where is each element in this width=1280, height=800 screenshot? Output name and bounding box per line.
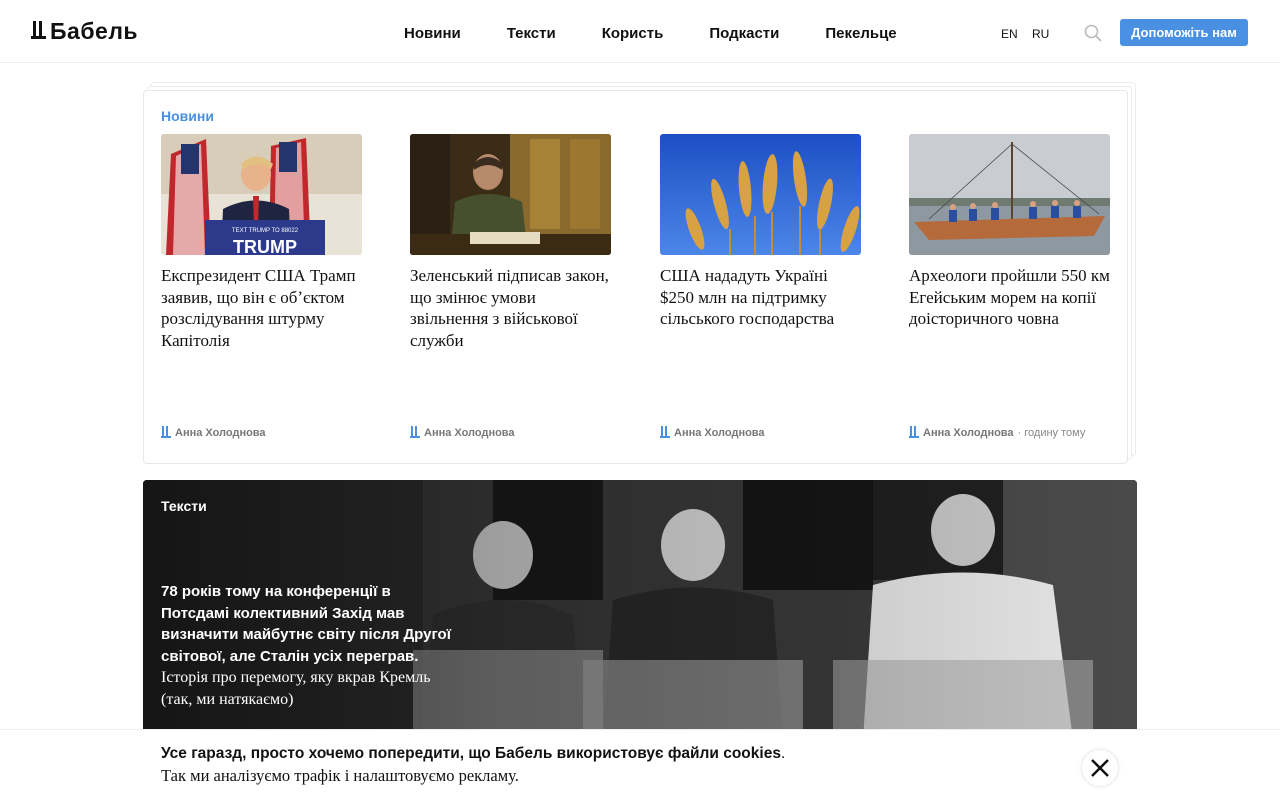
search-icon[interactable] (1084, 24, 1102, 42)
news-title[interactable]: Експрезидент США Трамп заявив, що він є … (161, 265, 362, 351)
cookie-notice-title-text: Усе гаразд, просто хочемо попередити, що… (161, 745, 781, 762)
podium-small-text: TEXT TRUMP TO 88022 (232, 228, 299, 234)
feature-headline-lead: Історія про перемогу, яку вкрав Кремль (… (161, 669, 431, 708)
trump-podium-image: TEXT TRUMP TO 88022 TRUMP (161, 134, 362, 255)
cookie-notice-text: Так ми аналізуємо трафік і налаштовуємо … (161, 766, 519, 785)
nav-item-pekeltse[interactable]: Пекельце (825, 25, 896, 42)
author-name[interactable]: Анна Холоднова (424, 427, 515, 439)
news-item[interactable]: Зеленський підписав закон, що змінює умо… (410, 134, 611, 351)
news-item[interactable]: TEXT TRUMP TO 88022 TRUMP Експрезидент С… (161, 134, 362, 351)
author-mark-icon (410, 426, 420, 438)
nav-item-podcasts[interactable]: Подкасти (709, 25, 779, 42)
podium-sign-text: TRUMP (233, 237, 297, 255)
donate-button[interactable]: Допоможіть нам (1120, 19, 1248, 46)
nav-item-useful[interactable]: Користь (602, 25, 664, 42)
nav-item-texts[interactable]: Тексти (507, 25, 556, 42)
news-thumbnail[interactable] (660, 134, 861, 255)
lang-ru[interactable]: RU (1032, 27, 1049, 41)
news-title[interactable]: США нададуть Україні $250 млн на підтрим… (660, 265, 861, 330)
rowing-boat-image (909, 134, 1110, 255)
cookie-banner: Усе гаразд, просто хочемо попередити, що… (0, 729, 1280, 800)
author-mark-icon (161, 426, 171, 438)
publish-time: · годину тому (1017, 426, 1086, 439)
news-card: Новини TEXT TRUMP TO 88022 TRUMP Експрез… (143, 90, 1128, 464)
author-mark-icon (660, 426, 670, 438)
wheat-sky-image (660, 134, 861, 255)
cookie-close-button[interactable] (1082, 750, 1118, 786)
feature-headline-bold: 78 років тому на конференції в Потсдамі … (161, 583, 451, 665)
main-nav: Новини Тексти Користь Подкасти Пекельце (404, 25, 897, 42)
author-name[interactable]: Анна Холоднова (175, 427, 266, 439)
logo-text: Бабель (50, 17, 139, 44)
news-thumbnail[interactable] (410, 134, 611, 255)
news-item[interactable]: США нададуть Україні $250 млн на підтрим… (660, 134, 861, 330)
news-section-title[interactable]: Новини (161, 108, 214, 124)
lang-en[interactable]: EN (1001, 27, 1018, 41)
news-byline[interactable]: Анна Холоднова (410, 426, 515, 439)
cookie-notice-title-end: . (780, 745, 786, 762)
news-thumbnail[interactable]: TEXT TRUMP TO 88022 TRUMP (161, 134, 362, 255)
news-byline[interactable]: Анна Холоднова (660, 426, 765, 439)
author-mark-icon (909, 426, 919, 438)
texts-section-label[interactable]: Тексти (161, 498, 207, 514)
language-switcher: EN RU (1001, 27, 1049, 41)
site-header: Бабель Новини Тексти Користь Подкасти Пе… (0, 0, 1280, 63)
close-icon (1091, 759, 1109, 777)
news-byline[interactable]: Анна Холоднова (161, 426, 266, 439)
news-item[interactable]: Археологи пройшли 550 км Егейським морем… (909, 134, 1110, 330)
texts-feature[interactable]: Тексти 78 років тому на конференції в По… (143, 480, 1137, 740)
nav-item-news[interactable]: Новини (404, 25, 461, 42)
feature-headline[interactable]: 78 років тому на конференції в Потсдамі … (161, 581, 451, 710)
news-byline[interactable]: Анна Холоднова · годину тому (909, 426, 1085, 439)
news-title[interactable]: Археологи пройшли 550 км Егейським морем… (909, 265, 1110, 330)
cookie-notice-title: Усе гаразд, просто хочемо попередити, що… (161, 745, 785, 763)
babel-logo-icon (31, 21, 46, 39)
author-name[interactable]: Анна Холоднова (674, 427, 765, 439)
zelensky-signing-image (410, 134, 611, 255)
news-thumbnail[interactable] (909, 134, 1110, 255)
author-name[interactable]: Анна Холоднова (923, 427, 1014, 439)
news-title[interactable]: Зеленський підписав закон, що змінює умо… (410, 265, 611, 351)
site-logo[interactable]: Бабель (31, 17, 139, 44)
